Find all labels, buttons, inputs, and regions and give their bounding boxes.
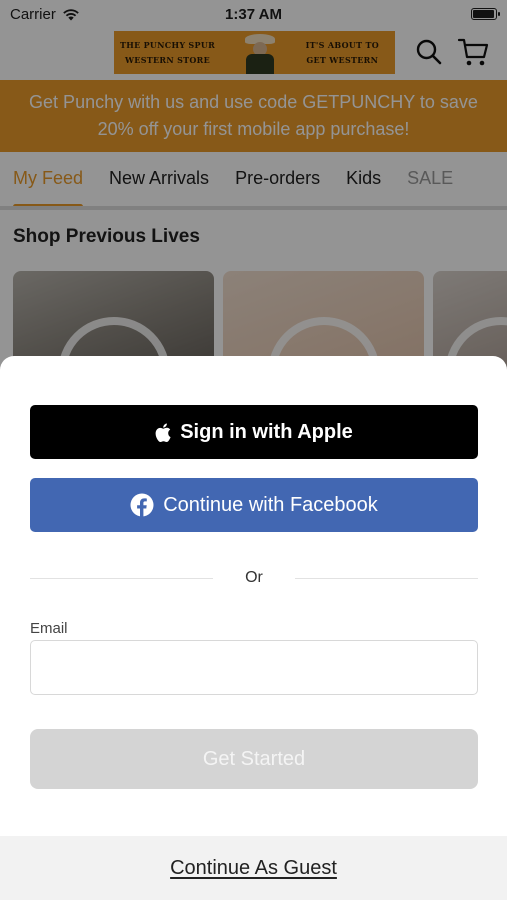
or-label: Or <box>245 569 263 586</box>
get-started-button[interactable]: Get Started <box>30 729 478 789</box>
email-field[interactable] <box>30 640 478 695</box>
status-bar: Carrier 1:37 AM <box>0 0 507 28</box>
guest-bar: Continue As Guest <box>0 836 507 900</box>
sign-in-apple-button[interactable]: Sign in with Apple <box>30 405 478 459</box>
sign-in-sheet: Sign in with Apple Continue with Faceboo… <box>0 356 507 900</box>
facebook-icon <box>130 493 154 517</box>
get-started-label: Get Started <box>202 747 306 770</box>
continue-as-guest-link[interactable]: Continue As Guest <box>170 857 337 880</box>
continue-facebook-button[interactable]: Continue with Facebook <box>30 478 478 532</box>
apple-icon <box>155 423 171 442</box>
or-divider: Or <box>30 568 478 588</box>
facebook-button-label: Continue with Facebook <box>163 493 378 516</box>
apple-button-label: Sign in with Apple <box>180 420 353 443</box>
status-time: 1:37 AM <box>225 5 282 23</box>
email-label: Email <box>30 620 68 637</box>
battery-icon <box>471 8 500 20</box>
